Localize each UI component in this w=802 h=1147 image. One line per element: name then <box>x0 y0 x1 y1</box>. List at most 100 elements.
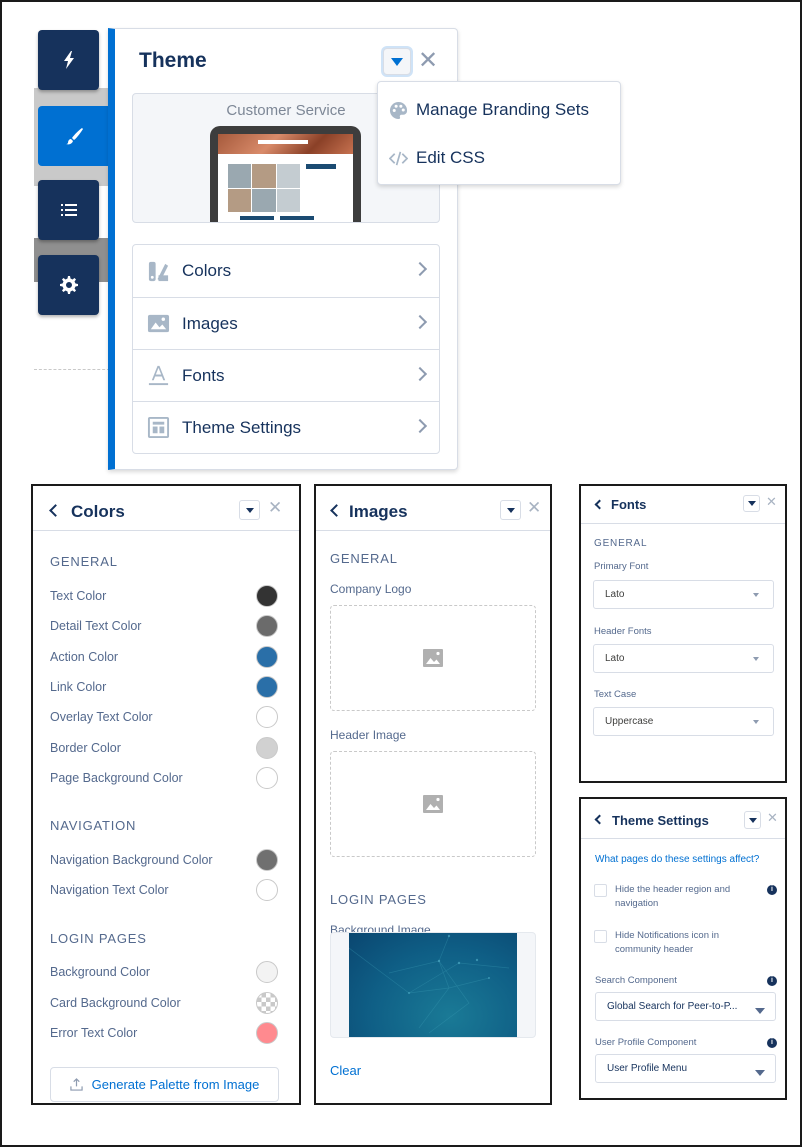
font-icon <box>148 365 169 386</box>
menu-item-manage-branding-sets[interactable]: Manage Branding Sets <box>389 100 589 120</box>
nav-item-theme-settings[interactable]: Theme Settings <box>133 401 439 453</box>
panel-header: Theme Settings ✕ <box>581 799 785 839</box>
chevron-down-icon <box>747 501 756 506</box>
generate-palette-button[interactable]: Generate Palette from Image <box>50 1067 279 1102</box>
color-row-label: Overlay Text Color <box>50 710 153 724</box>
rail-button-settings[interactable] <box>38 255 99 315</box>
panel-menu-button[interactable] <box>500 500 521 520</box>
panel-title: Theme Settings <box>612 813 709 828</box>
field-label: Primary Font <box>594 561 649 572</box>
back-icon[interactable] <box>330 504 343 517</box>
chevron-down-icon <box>755 1008 765 1014</box>
color-row-label: Navigation Background Color <box>50 853 213 867</box>
section-heading: NAVIGATION <box>50 818 137 833</box>
rail-button-lightning[interactable] <box>38 30 99 90</box>
rail-button-theme[interactable] <box>38 106 112 166</box>
layout-icon <box>147 416 170 439</box>
panel-menu-button[interactable] <box>743 495 760 512</box>
back-icon[interactable] <box>594 499 605 510</box>
close-icon[interactable]: ✕ <box>268 498 282 518</box>
primary-font-select[interactable]: Lato <box>593 580 774 609</box>
panel-menu-button[interactable] <box>744 811 761 829</box>
color-swatch[interactable] <box>256 992 278 1014</box>
rail-button-page-structure[interactable] <box>38 180 99 240</box>
network-pattern-image <box>349 934 510 1034</box>
chevron-down-icon <box>753 593 759 597</box>
chevron-down-icon <box>755 1070 765 1076</box>
panel-menu-button[interactable] <box>383 48 411 75</box>
background-image-preview[interactable] <box>330 932 536 1038</box>
color-swatch[interactable] <box>256 767 278 789</box>
paintbrush-icon <box>66 128 83 145</box>
color-swatch[interactable] <box>256 1022 278 1044</box>
field-label: Search Component <box>595 975 677 986</box>
panel-header: Fonts ✕ <box>581 486 785 524</box>
panel-title: Colors <box>71 502 125 521</box>
search-component-select[interactable]: Global Search for Peer-to-P... <box>595 992 776 1021</box>
close-icon[interactable]: ✕ <box>418 46 438 76</box>
field-label: Header Fonts <box>594 626 652 637</box>
color-row-label: Page Background Color <box>50 771 183 785</box>
color-row-label: Navigation Text Color <box>50 883 169 897</box>
help-link[interactable]: What pages do these settings affect? <box>595 854 759 865</box>
upload-icon <box>69 1078 83 1091</box>
section-heading: GENERAL <box>50 554 118 569</box>
panel-header: Colors ✕ <box>33 486 299 531</box>
info-icon[interactable]: i <box>767 976 777 986</box>
color-swatch[interactable] <box>256 676 278 698</box>
back-icon[interactable] <box>49 504 62 517</box>
section-heading: LOGIN PAGES <box>50 931 147 946</box>
close-icon[interactable]: ✕ <box>767 810 778 826</box>
text-case-select[interactable]: Uppercase <box>593 707 774 736</box>
color-swatch[interactable] <box>256 646 278 668</box>
select-value: Global Search for Peer-to-P... <box>607 1001 738 1012</box>
list-icon <box>60 204 77 216</box>
header-image-dropzone[interactable] <box>330 751 536 857</box>
color-row-label: Card Background Color <box>50 996 181 1010</box>
color-swatch[interactable] <box>256 961 278 983</box>
close-icon[interactable]: ✕ <box>527 498 541 518</box>
clear-link[interactable]: Clear <box>330 1063 361 1078</box>
hide-notifications-checkbox[interactable] <box>594 930 607 943</box>
section-heading: GENERAL <box>594 538 648 549</box>
back-icon[interactable] <box>594 814 605 825</box>
chevron-right-icon <box>412 314 428 330</box>
theme-nav-list: Colors Images Fonts Theme Settings <box>132 244 440 454</box>
nav-item-colors[interactable]: Colors <box>133 245 439 297</box>
nav-item-label: Colors <box>182 261 232 280</box>
color-swatch[interactable] <box>256 615 278 637</box>
color-swatch[interactable] <box>256 706 278 728</box>
info-icon[interactable]: i <box>767 885 777 895</box>
close-icon[interactable]: ✕ <box>766 494 777 510</box>
field-label: Header Image <box>330 728 407 742</box>
nav-item-images[interactable]: Images <box>133 297 439 349</box>
background-image-thumbnail <box>349 933 517 1037</box>
info-icon[interactable]: i <box>767 1038 777 1048</box>
nav-item-fonts[interactable]: Fonts <box>133 349 439 401</box>
menu-item-edit-css[interactable]: Edit CSS <box>389 148 485 168</box>
select-value: User Profile Menu <box>607 1063 688 1074</box>
company-logo-dropzone[interactable] <box>330 605 536 711</box>
chevron-down-icon <box>748 817 757 823</box>
select-value: Lato <box>605 653 625 664</box>
select-value: Lato <box>605 589 625 600</box>
color-swatch[interactable] <box>256 585 278 607</box>
lightning-icon <box>63 51 74 69</box>
device-preview-image <box>210 126 361 222</box>
color-swatch[interactable] <box>256 849 278 871</box>
color-row-label: Error Text Color <box>50 1026 138 1040</box>
section-heading: LOGIN PAGES <box>330 892 427 907</box>
header-font-select[interactable]: Lato <box>593 644 774 673</box>
panel-menu-button[interactable] <box>239 500 260 520</box>
color-swatch[interactable] <box>256 879 278 901</box>
hide-header-checkbox[interactable] <box>594 884 607 897</box>
palette-icon <box>389 101 408 119</box>
panel-header: Images ✕ <box>316 486 550 531</box>
divider <box>34 369 110 370</box>
panel-title: Theme <box>139 49 207 72</box>
theme-settings-panel: Theme Settings ✕ What pages do these set… <box>579 797 787 1100</box>
image-icon <box>147 314 170 333</box>
color-swatch[interactable] <box>256 737 278 759</box>
code-icon <box>389 151 408 165</box>
user-profile-component-select[interactable]: User Profile Menu <box>595 1054 776 1083</box>
